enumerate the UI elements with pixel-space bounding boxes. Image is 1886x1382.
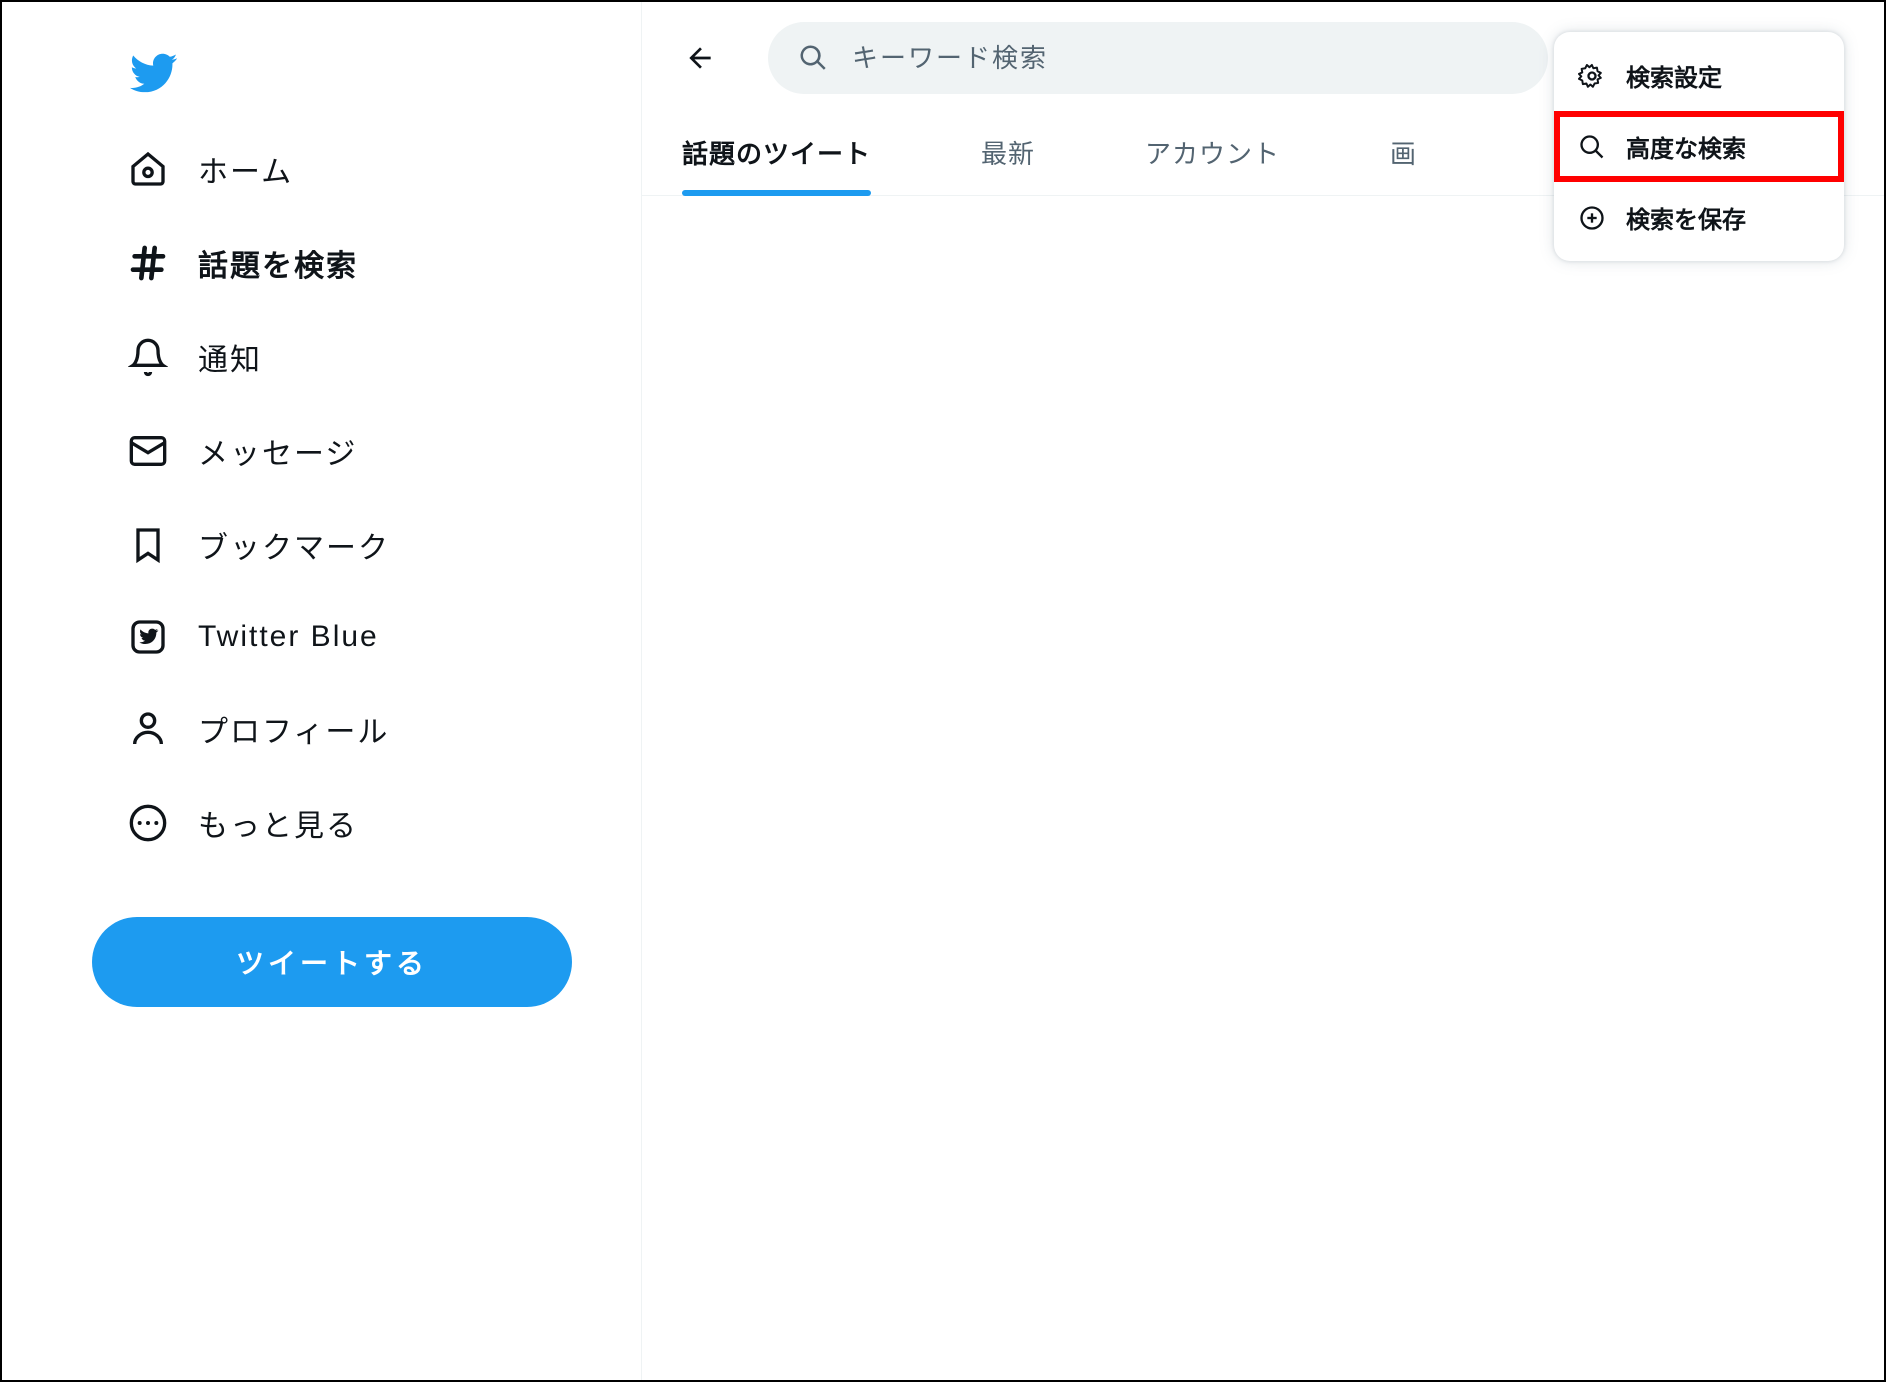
sidebar-item-label: メッセージ <box>198 429 357 473</box>
plus-circle-icon <box>1578 204 1606 232</box>
twitter-bird-icon <box>128 48 178 98</box>
menu-item-advanced-search[interactable]: 高度な検索 <box>1554 111 1844 182</box>
sidebar-item-twitter-blue[interactable]: Twitter Blue <box>112 599 395 675</box>
search-box[interactable] <box>768 22 1548 94</box>
sidebar-item-notifications[interactable]: 通知 <box>112 317 278 397</box>
twitter-blue-icon <box>128 617 168 657</box>
tab-images[interactable]: 画 <box>1390 134 1417 195</box>
menu-item-label: 高度な検索 <box>1626 129 1746 164</box>
menu-item-label: 検索設定 <box>1626 58 1722 93</box>
sidebar-item-explore[interactable]: 話題を検索 <box>112 223 374 303</box>
sidebar-item-messages[interactable]: メッセージ <box>112 411 373 491</box>
search-icon <box>1578 133 1606 161</box>
sidebar: ホーム 話題を検索 通知 メッセージ ブックマーク <box>2 2 642 1380</box>
search-options-menu: 検索設定 高度な検索 検索を保存 <box>1554 32 1844 261</box>
main-content: 話題のツイート 最新 アカウント 画 検索設定 高度な検索 検索を保存 <box>642 2 1884 1380</box>
sidebar-item-label: 通知 <box>198 335 262 379</box>
user-icon <box>128 709 168 749</box>
tab-accounts[interactable]: アカウント <box>1145 134 1280 195</box>
sidebar-item-bookmarks[interactable]: ブックマーク <box>112 505 406 585</box>
sidebar-item-more[interactable]: もっと見る <box>112 783 374 863</box>
bell-icon <box>128 337 168 377</box>
bookmark-icon <box>128 525 168 565</box>
tab-top-tweets[interactable]: 話題のツイート <box>682 134 871 195</box>
twitter-logo[interactable] <box>112 32 641 119</box>
back-button[interactable] <box>672 30 728 86</box>
envelope-icon <box>128 431 168 471</box>
arrow-left-icon <box>684 42 716 74</box>
sidebar-item-label: プロフィール <box>198 707 389 751</box>
sidebar-item-label: ブックマーク <box>198 523 390 567</box>
menu-item-search-settings[interactable]: 検索設定 <box>1554 40 1844 111</box>
search-input[interactable] <box>852 43 1518 74</box>
search-icon <box>798 43 828 73</box>
hash-icon <box>128 243 168 283</box>
menu-item-label: 検索を保存 <box>1626 200 1746 235</box>
more-icon <box>128 803 168 843</box>
sidebar-item-profile[interactable]: プロフィール <box>112 689 405 769</box>
sidebar-item-label: もっと見る <box>198 801 358 845</box>
sidebar-item-label: 話題を検索 <box>198 241 358 285</box>
sidebar-item-label: Twitter Blue <box>198 620 379 654</box>
menu-item-save-search[interactable]: 検索を保存 <box>1554 182 1844 253</box>
gear-icon <box>1578 62 1606 90</box>
home-icon <box>128 149 168 189</box>
tweet-button[interactable]: ツイートする <box>92 917 572 1007</box>
tab-latest[interactable]: 最新 <box>981 134 1035 195</box>
sidebar-item-home[interactable]: ホーム <box>112 129 309 209</box>
sidebar-item-label: ホーム <box>198 147 293 191</box>
